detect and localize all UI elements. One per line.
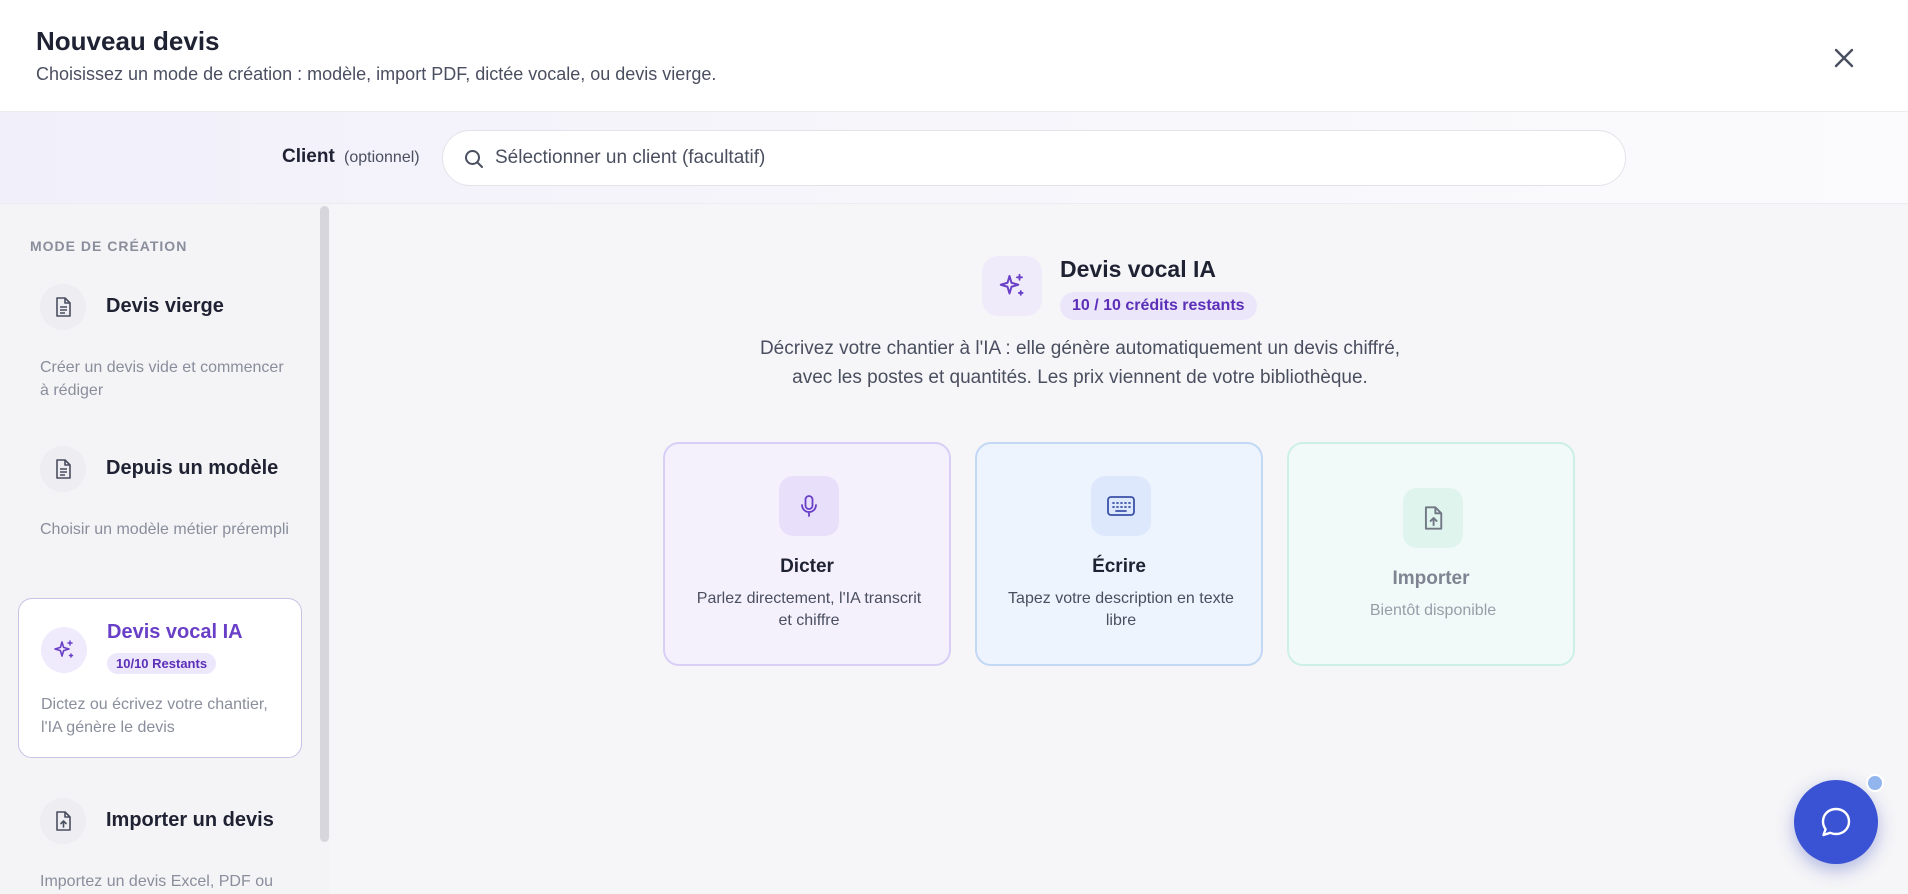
document-icon: [40, 284, 86, 330]
main-content: Devis vocal IA 10 / 10 crédits restants …: [330, 204, 1908, 894]
card-desc: Parlez directement, l'IA transcrit et ch…: [696, 590, 922, 629]
credits-badge: 10 / 10 crédits restants: [1060, 292, 1257, 320]
sidebar-item-title: Depuis un modèle: [106, 457, 279, 479]
sidebar: MODE DE CRÉATION Devis vierge Créer un d…: [0, 204, 330, 894]
file-upload-icon: [40, 798, 86, 844]
sparkles-icon: [41, 627, 87, 673]
client-search-input[interactable]: [495, 131, 1595, 185]
client-optional-label: (optionnel): [344, 149, 420, 166]
description-line: avec les postes et quantités. Les prix v…: [792, 367, 1368, 388]
sidebar-item-title: Importer un devis: [106, 809, 274, 831]
section-title: Devis vocal IA: [1060, 256, 1216, 282]
sidebar-item-desc: Dictez ou écrivez votre chantier, l'IA g…: [41, 696, 268, 736]
notification-dot: [1866, 774, 1884, 792]
sidebar-item-importer-devis[interactable]: Importer un devis Importez un devis Exce…: [18, 778, 302, 894]
description-line: Décrivez votre chantier à l'IA : elle gé…: [759, 338, 1401, 359]
sidebar-item-title: Devis vocal IA: [107, 621, 243, 643]
page-title: Nouveau devis: [36, 26, 220, 56]
dicter-card[interactable]: Dicter Parlez directement, l'IA transcri…: [663, 442, 951, 666]
file-upload-icon: [1403, 488, 1463, 548]
sidebar-item-desc: Choisir un modèle métier prérempli: [40, 521, 289, 538]
document-icon: [40, 446, 86, 492]
sparkles-icon: [982, 256, 1042, 316]
section-description: Décrivez votre chantier à l'IA : elle gé…: [710, 334, 1450, 392]
card-title: Importer: [1392, 568, 1470, 589]
sidebar-item-desc: Importez un devis Excel, PDF ou DPGF exi…: [40, 873, 273, 890]
importer-card: Importer Bientôt disponible: [1287, 442, 1575, 666]
close-icon: [1834, 48, 1854, 68]
card-desc: Tapez votre description en texte libre: [1008, 590, 1234, 629]
sidebar-heading: MODE DE CRÉATION: [30, 238, 188, 254]
ecrire-card[interactable]: Écrire Tapez votre description en texte …: [975, 442, 1263, 666]
search-icon: [465, 150, 483, 168]
client-select[interactable]: [442, 130, 1626, 186]
credits-badge: 10/10 Restants: [107, 653, 217, 674]
sidebar-item-desc: Créer un devis vide et commencer à rédig…: [40, 359, 284, 399]
card-title: Dicter: [780, 556, 834, 577]
close-button[interactable]: [1826, 40, 1862, 76]
client-bar: Client (optionnel): [0, 112, 1908, 204]
chat-button[interactable]: [1794, 780, 1878, 864]
sidebar-item-devis-vocal-ia[interactable]: Devis vocal IA 10/10 Restants Dictez ou …: [18, 598, 302, 758]
page-subtitle: Choisissez un mode de création : modèle,…: [36, 64, 717, 84]
card-title: Écrire: [1092, 556, 1146, 577]
modal-header: Nouveau devis Choisissez un mode de créa…: [0, 0, 1908, 112]
keyboard-icon: [1091, 476, 1151, 536]
client-label: Client: [282, 146, 335, 167]
chat-bubble-icon: [1821, 807, 1851, 837]
sidebar-item-title: Devis vierge: [106, 295, 224, 317]
sidebar-item-devis-vierge[interactable]: Devis vierge Créer un devis vide et comm…: [18, 264, 302, 414]
card-desc: Bientôt disponible: [1369, 602, 1497, 619]
sidebar-scrollbar[interactable]: [320, 206, 329, 842]
sidebar-item-depuis-modele[interactable]: Depuis un modèle Choisir un modèle métie…: [18, 426, 302, 576]
microphone-icon: [779, 476, 839, 536]
